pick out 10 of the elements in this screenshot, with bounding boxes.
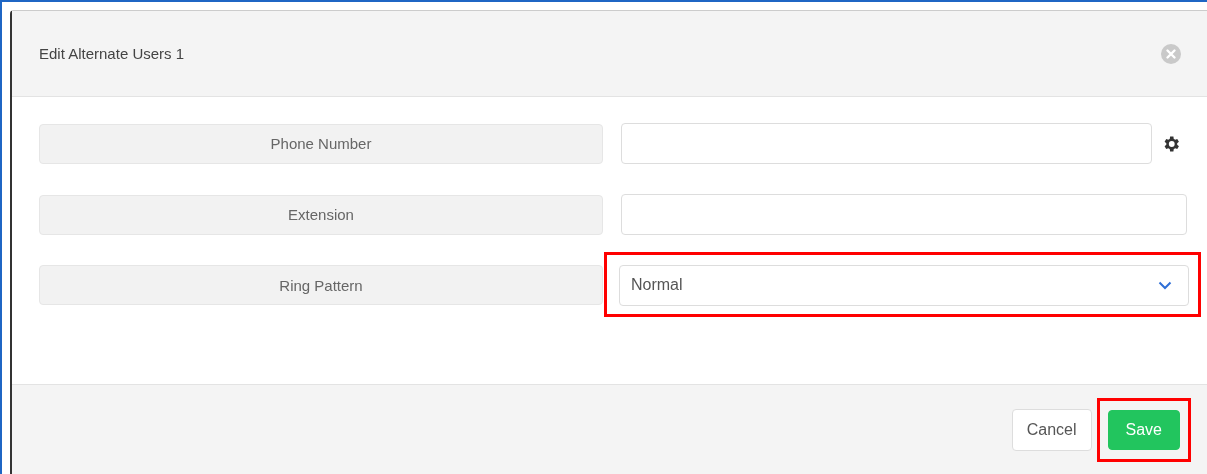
chevron-down-icon bbox=[1158, 280, 1172, 290]
cancel-button[interactable]: Cancel bbox=[1011, 408, 1092, 451]
close-icon[interactable] bbox=[1160, 42, 1182, 65]
input-field[interactable] bbox=[621, 123, 1152, 164]
field-label: Ring Pattern bbox=[39, 265, 603, 305]
input-field[interactable] bbox=[621, 194, 1187, 235]
select-field[interactable]: Normal bbox=[619, 264, 1189, 306]
field-label: Extension bbox=[39, 194, 603, 235]
field-label: Phone Number bbox=[39, 123, 603, 164]
dialog-title: Edit Alternate Users 1 bbox=[39, 45, 185, 62]
